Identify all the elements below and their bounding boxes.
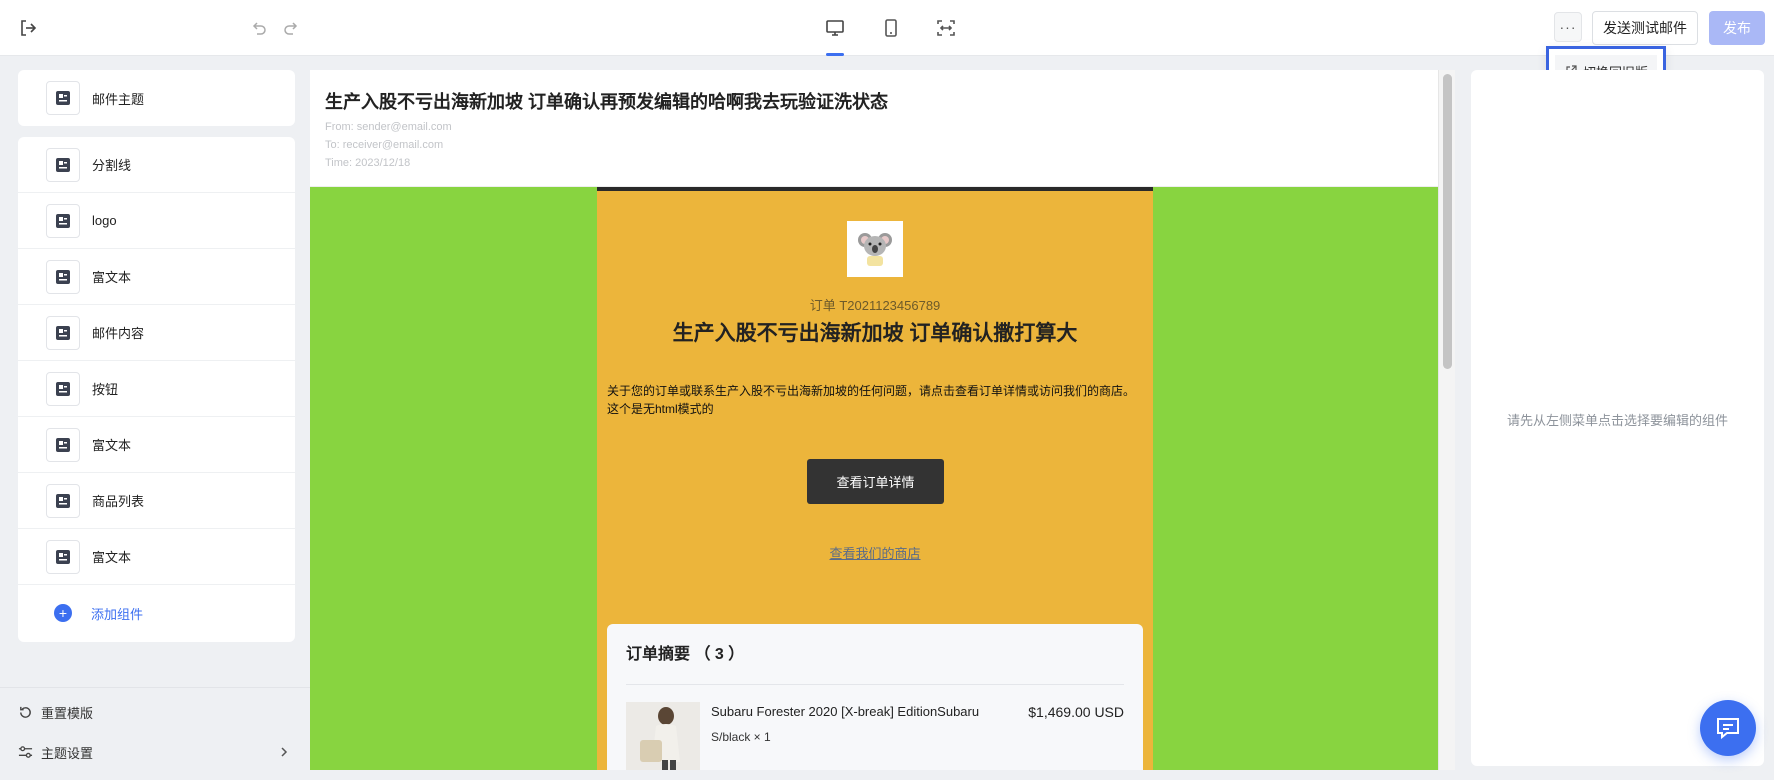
sidebar-item-label: 富文本 [92, 270, 132, 285]
sliders-icon [18, 745, 33, 758]
order-number: 订单 T2021123456789 [809, 298, 941, 313]
fullwidth-view-icon[interactable] [933, 15, 959, 41]
mobile-view-icon[interactable] [878, 15, 904, 41]
email-time: Time: 2023/12/18 [325, 157, 411, 169]
component-sidebar: 邮件主题 分割线 logo 富文本 邮件内容 按钮 富文本 商品列表 富文本 +… [0, 57, 310, 780]
order-summary-title: 订单摘要 （ 3 ） [626, 646, 745, 663]
email-body: 订单 T2021123456789 生产入股不亏出海新加坡 订单确认撒打算大 关… [597, 187, 1153, 770]
chevron-right-icon [281, 747, 288, 757]
component-icon [46, 147, 80, 182]
view-order-button[interactable]: 查看订单详情 [807, 459, 944, 504]
sidebar-item-label: 富文本 [92, 550, 132, 565]
divider [626, 684, 1124, 685]
undo-icon[interactable] [248, 17, 270, 39]
sidebar-item-label: 分割线 [92, 158, 132, 173]
component-icon [46, 539, 80, 574]
email-preview: 生产入股不亏出海新加坡 订单确认再预发编辑的哈啊我去玩验证洗状态 From: s… [310, 70, 1455, 770]
sidebar-item-label: 邮件主题 [92, 91, 145, 107]
component-icon [46, 371, 80, 406]
sidebar-item-button[interactable]: 按钮 [18, 361, 295, 417]
product-image [626, 702, 700, 770]
component-icon [46, 259, 80, 294]
email-title[interactable]: 生产入股不亏出海新加坡 订单确认撒打算大 [597, 317, 1153, 347]
theme-settings-label: 主题设置 [41, 745, 94, 761]
exit-icon[interactable] [16, 16, 40, 40]
logo-block[interactable] [847, 221, 903, 277]
component-icon [46, 315, 80, 350]
product-variant: S/black × 1 [711, 730, 771, 744]
product-name: Subaru Forester 2020 [X-break] EditionSu… [711, 704, 980, 719]
theme-settings-button[interactable]: 主题设置 [18, 738, 298, 766]
plus-icon: + [54, 604, 72, 622]
email-subject[interactable]: 生产入股不亏出海新加坡 订单确认再预发编辑的哈啊我去玩验证洗状态 [325, 88, 888, 114]
desktop-view-icon[interactable] [822, 15, 848, 41]
sidebar-item-label: 邮件内容 [92, 326, 145, 341]
top-toolbar: ··· 发送测试邮件 发布 [0, 0, 1774, 56]
chat-support-button[interactable] [1700, 700, 1756, 756]
empty-selection-hint: 请先从左侧菜单点击选择要编辑的组件 [1506, 413, 1728, 428]
sidebar-item-product-list[interactable]: 商品列表 [18, 473, 295, 529]
sidebar-item-subject[interactable]: 邮件主题 [18, 70, 295, 126]
sidebar-item-label: 富文本 [92, 438, 132, 453]
scrollbar-thumb[interactable] [1443, 74, 1452, 369]
email-from: From: sender@email.com [325, 121, 452, 133]
email-canvas: 订单 T2021123456789 生产入股不亏出海新加坡 订单确认撒打算大 关… [310, 187, 1438, 770]
publish-button[interactable]: 发布 [1709, 11, 1765, 45]
send-test-email-button[interactable]: 发送测试邮件 [1592, 11, 1698, 45]
active-view-indicator [826, 53, 844, 56]
sidebar-footer: 重置模版 主题设置 [0, 687, 310, 780]
add-component-button[interactable]: + 添加组件 [18, 585, 295, 641]
component-list-card: 分割线 logo 富文本 邮件内容 按钮 富文本 商品列表 富文本 + 添加组件 [18, 137, 295, 642]
sidebar-item-label: logo [92, 213, 117, 228]
sidebar-item-logo[interactable]: logo [18, 193, 295, 249]
sidebar-item-richtext[interactable]: 富文本 [18, 417, 295, 473]
view-shop-link[interactable]: 查看我们的商店 [597, 543, 1153, 562]
component-icon [46, 483, 80, 518]
sidebar-item-label: 按钮 [92, 382, 119, 397]
subject-card: 邮件主题 [18, 70, 295, 126]
email-paragraph[interactable]: 关于您的订单或联系生产入股不亏出海新加坡的任何问题，请点击查看订单详情或访问我们… [607, 382, 1142, 418]
redo-icon[interactable] [280, 17, 302, 39]
sidebar-item-richtext[interactable]: 富文本 [18, 529, 295, 585]
reset-icon [20, 706, 31, 718]
properties-panel: 请先从左侧菜单点击选择要编辑的组件 [1471, 70, 1764, 766]
email-header: 生产入股不亏出海新加坡 订单确认再预发编辑的哈啊我去玩验证洗状态 From: s… [310, 70, 1438, 187]
sidebar-item-divider[interactable]: 分割线 [18, 137, 295, 193]
more-button[interactable]: ··· [1554, 12, 1582, 42]
koala-logo-icon [858, 233, 892, 266]
chat-icon [1717, 718, 1739, 740]
add-component-label: 添加组件 [91, 606, 144, 622]
sidebar-item-richtext[interactable]: 富文本 [18, 249, 295, 305]
sidebar-item-email-content[interactable]: 邮件内容 [18, 305, 295, 361]
component-icon [46, 81, 80, 115]
component-icon [46, 427, 80, 462]
paragraph-line: 关于您的订单或联系生产入股不亏出海新加坡的任何问题，请点击查看订单详情或访问我们… [607, 384, 1136, 398]
preview-scrollbar[interactable] [1438, 70, 1455, 770]
paragraph-line: 这个是无html模式的 [607, 402, 714, 416]
sidebar-item-label: 商品列表 [92, 494, 145, 509]
component-icon [46, 203, 80, 238]
product-price: $1,469.00 USD [1028, 704, 1124, 720]
email-to: To: receiver@email.com [325, 139, 444, 151]
reset-template-button[interactable]: 重置模版 [18, 698, 298, 726]
reset-template-label: 重置模版 [41, 705, 94, 721]
order-summary[interactable]: 订单摘要 （ 3 ） Subaru Forester 2020 [X-break… [607, 624, 1143, 770]
